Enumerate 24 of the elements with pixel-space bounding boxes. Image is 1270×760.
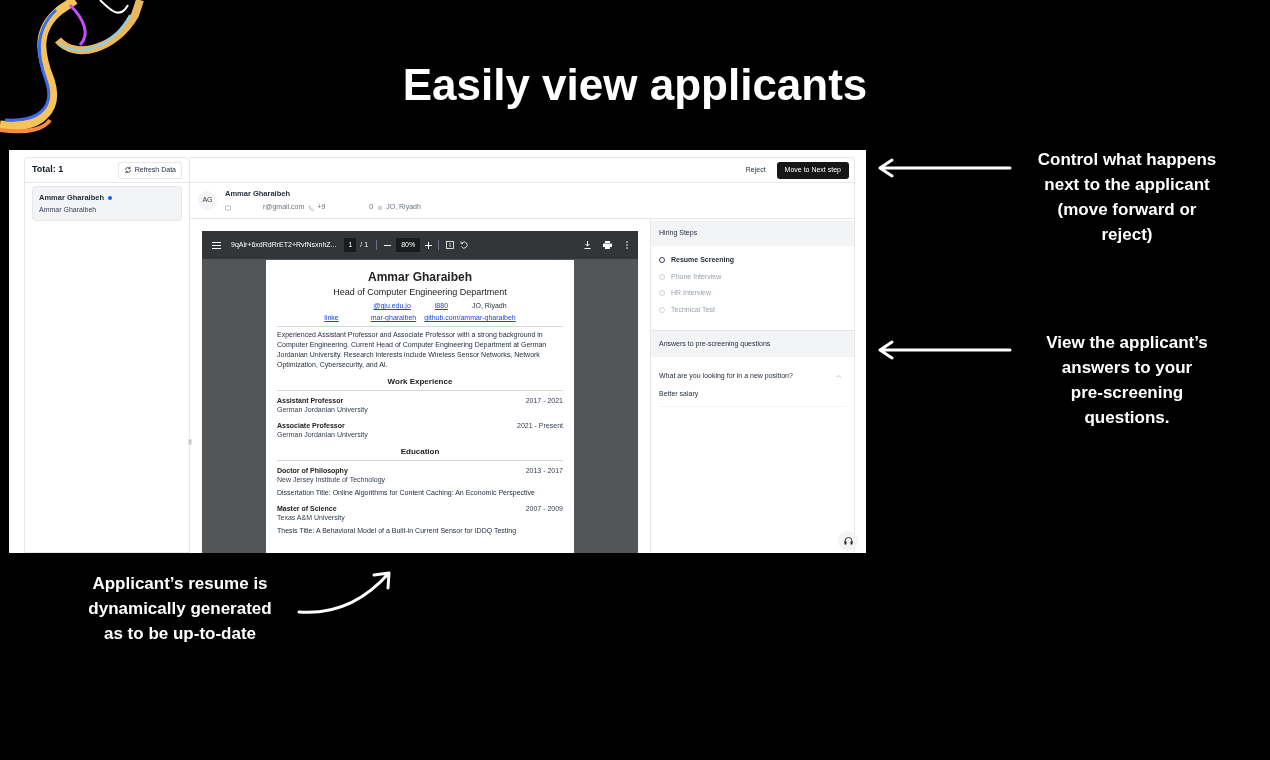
callout-text: Control what happens next to the applicant (move forward or reject) <box>1036 149 1218 246</box>
rotate-icon <box>460 241 469 249</box>
arrow-icon <box>876 158 1012 178</box>
callout-text: View the applicant’s answers to your pre-screening questions. <box>1045 332 1209 429</box>
headline: Easily view applicants <box>401 59 869 111</box>
drag-handle-icon <box>188 439 192 445</box>
callout-text: Applicant’s resume is dynamically generated as to be up-to-date <box>87 573 273 645</box>
arrow-icon <box>876 340 1012 360</box>
resume-name: Ammar Gharaibeh <box>366 270 473 284</box>
refresh-icon <box>123 166 132 174</box>
section-heading: Education <box>399 446 441 458</box>
total-count: Total: 1 <box>32 163 64 177</box>
menu-icon <box>212 241 221 249</box>
mail-icon <box>225 204 231 211</box>
support-button[interactable] <box>838 531 858 551</box>
fit-page-icon <box>446 241 455 249</box>
download-icon <box>584 241 591 249</box>
resume-title: Head of Computer Engineering Department <box>332 287 508 298</box>
print-icon <box>603 241 612 249</box>
location-icon <box>377 204 384 211</box>
section-heading: Work Experience <box>386 376 454 388</box>
phone-icon <box>308 204 315 211</box>
headset-icon <box>843 537 853 545</box>
zoom-in-icon <box>425 241 433 249</box>
